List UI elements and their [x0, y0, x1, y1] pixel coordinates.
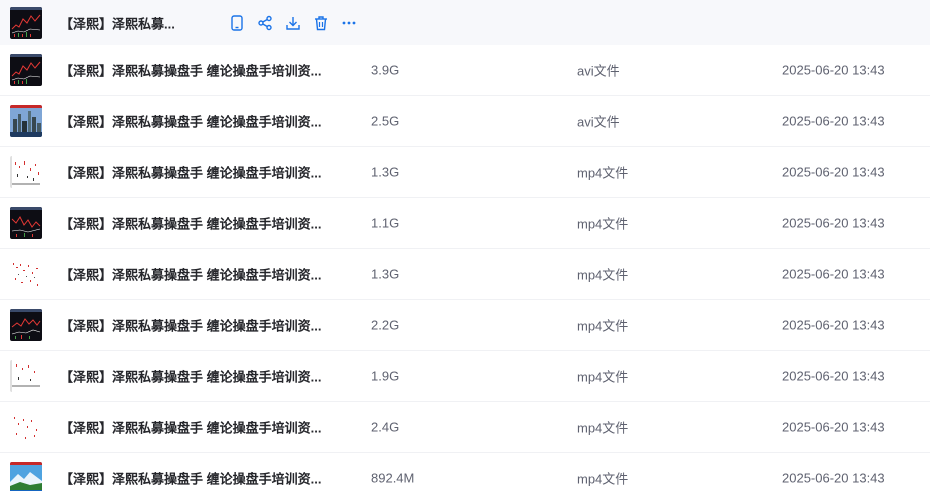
modified-date: 2025-06-20 13:43 — [782, 368, 885, 384]
modified-date: 2025-06-20 13:43 — [782, 419, 885, 435]
file-name[interactable]: 【泽熙】泽熙私募操盘手 缠论操盘手培训资... — [60, 112, 321, 131]
file-size: 892.4M — [371, 470, 415, 486]
modified-date: 2025-06-20 13:43 — [782, 113, 885, 129]
file-row[interactable]: 【泽熙】泽熙私募操盘手 缠论操盘手培训资... 2.5G avi文件 2025-… — [0, 96, 930, 147]
file-row[interactable]: 【泽熙】泽熙私募操盘手 缠论操盘手培训资... 1.3G mp4文件 2025-… — [0, 147, 930, 198]
modified-date: 2025-06-20 13:43 — [782, 266, 885, 282]
file-row[interactable]: 【泽熙】泽熙私募... — [0, 0, 930, 45]
row-actions — [228, 14, 358, 32]
share-icon[interactable] — [256, 14, 274, 32]
file-name[interactable]: 【泽熙】泽熙私募操盘手 缠论操盘手培训资... — [60, 469, 321, 488]
file-name[interactable]: 【泽熙】泽熙私募操盘手 缠论操盘手培训资... — [60, 163, 321, 182]
video-thumbnail — [10, 411, 42, 443]
file-type: mp4文件 — [577, 216, 629, 232]
modified-date: 2025-06-20 13:43 — [782, 215, 885, 231]
file-type: mp4文件 — [577, 471, 629, 487]
video-thumbnail — [10, 462, 42, 491]
file-size: 1.3G — [371, 164, 400, 180]
file-row[interactable]: 【泽熙】泽熙私募操盘手 缠论操盘手培训资... 2.4G mp4文件 2025-… — [0, 402, 930, 453]
file-name[interactable]: 【泽熙】泽熙私募操盘手 缠论操盘手培训资... — [60, 61, 321, 80]
video-thumbnail — [10, 156, 42, 188]
file-row[interactable]: 【泽熙】泽熙私募操盘手 缠论操盘手培训资... 2.2G mp4文件 2025-… — [0, 300, 930, 351]
file-type: mp4文件 — [577, 267, 629, 283]
file-type: mp4文件 — [577, 369, 629, 385]
file-size: 1.9G — [371, 368, 400, 384]
file-size: 2.5G — [371, 113, 400, 129]
video-thumbnail — [10, 6, 42, 39]
file-size: 2.2G — [371, 317, 400, 333]
video-thumbnail — [10, 105, 42, 137]
file-type: mp4文件 — [577, 318, 629, 334]
file-name[interactable]: 【泽熙】泽熙私募操盘手 缠论操盘手培训资... — [60, 367, 321, 386]
file-row[interactable]: 【泽熙】泽熙私募操盘手 缠论操盘手培训资... 1.3G mp4文件 2025-… — [0, 249, 930, 300]
download-icon[interactable] — [284, 14, 302, 32]
video-thumbnail — [10, 54, 42, 86]
modified-date: 2025-06-20 13:43 — [782, 62, 885, 78]
file-size: 2.4G — [371, 419, 400, 435]
file-row[interactable]: 【泽熙】泽熙私募操盘手 缠论操盘手培训资... 3.9G avi文件 2025-… — [0, 45, 930, 96]
video-thumbnail — [10, 360, 42, 392]
phone-icon[interactable] — [228, 14, 246, 32]
file-list: 【泽熙】泽熙私募... 【泽熙】泽熙私募操盘手 缠论操盘手培训资... 3.9G — [0, 0, 930, 491]
modified-date: 2025-06-20 13:43 — [782, 470, 885, 486]
file-row[interactable]: 【泽熙】泽熙私募操盘手 缠论操盘手培训资... 1.1G mp4文件 2025-… — [0, 198, 930, 249]
file-name[interactable]: 【泽熙】泽熙私募操盘手 缠论操盘手培训资... — [60, 418, 321, 437]
file-type: avi文件 — [577, 114, 620, 130]
file-name[interactable]: 【泽熙】泽熙私募操盘手 缠论操盘手培训资... — [60, 265, 321, 284]
file-row[interactable]: 【泽熙】泽熙私募操盘手 缠论操盘手培训资... 892.4M mp4文件 202… — [0, 453, 930, 491]
modified-date: 2025-06-20 13:43 — [782, 317, 885, 333]
file-name[interactable]: 【泽熙】泽熙私募操盘手 缠论操盘手培训资... — [60, 214, 321, 233]
file-type: mp4文件 — [577, 165, 629, 181]
video-thumbnail — [10, 258, 42, 290]
file-row[interactable]: 【泽熙】泽熙私募操盘手 缠论操盘手培训资... 1.9G mp4文件 2025-… — [0, 351, 930, 402]
video-thumbnail — [10, 309, 42, 341]
more-icon[interactable] — [340, 14, 358, 32]
file-type: mp4文件 — [577, 420, 629, 436]
file-size: 1.1G — [371, 215, 400, 231]
file-size: 1.3G — [371, 266, 400, 282]
file-name[interactable]: 【泽熙】泽熙私募操盘手 缠论操盘手培训资... — [60, 316, 321, 335]
delete-icon[interactable] — [312, 14, 330, 32]
modified-date: 2025-06-20 13:43 — [782, 164, 885, 180]
file-name[interactable]: 【泽熙】泽熙私募... — [60, 13, 175, 32]
video-thumbnail — [10, 207, 42, 239]
file-type: avi文件 — [577, 63, 620, 79]
file-size: 3.9G — [371, 62, 400, 78]
